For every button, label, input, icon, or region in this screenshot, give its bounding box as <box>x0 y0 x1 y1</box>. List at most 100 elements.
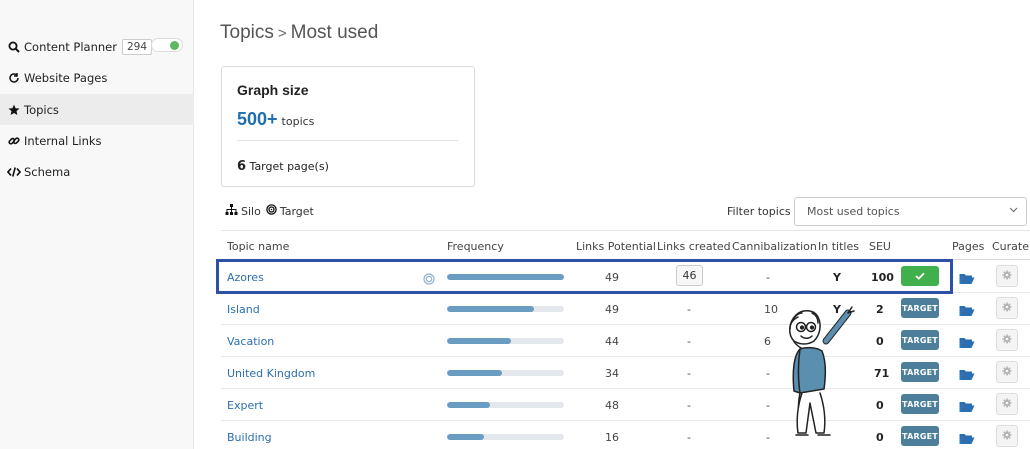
folder-open-icon[interactable] <box>959 430 975 444</box>
sitemap-icon <box>225 204 238 218</box>
folder-open-icon[interactable] <box>959 398 975 412</box>
filter-topics-select[interactable]: Most used topics <box>794 197 1027 226</box>
topic-name-link[interactable]: United Kingdom <box>227 367 315 380</box>
topic-unit: topics <box>281 115 315 128</box>
header-links-potential[interactable]: Links Potential <box>576 240 656 253</box>
topic-name-link[interactable]: Vacation <box>227 335 274 348</box>
highlight-box <box>216 259 953 294</box>
links-potential-value: 48 <box>605 399 619 412</box>
legend-target: Target <box>279 204 314 218</box>
legend: Silo Target <box>225 204 314 218</box>
sidebar-item-schema[interactable]: Schema <box>0 156 194 187</box>
curate-settings-button[interactable] <box>996 265 1018 287</box>
curate-settings-button[interactable] <box>996 361 1018 383</box>
frequency-bar <box>447 402 564 408</box>
header-pages[interactable]: Pages <box>952 240 984 253</box>
graph-size-card: Graph size 500+ topics 6 Target page(s) <box>221 66 475 187</box>
card-title: Graph size <box>237 82 309 98</box>
card-divider <box>237 140 458 141</box>
frequency-bar <box>447 370 564 376</box>
target-button[interactable]: TARGET <box>901 426 939 446</box>
table-row: Vacation 44 - 6 0 TARGET <box>221 325 1030 357</box>
folder-open-icon[interactable] <box>959 302 975 316</box>
links-potential-value: 16 <box>605 431 619 444</box>
curate-settings-button[interactable] <box>996 425 1018 447</box>
star-icon <box>7 103 21 117</box>
header-links-created[interactable]: Links created <box>657 240 731 253</box>
sidebar-item-label: Content Planner <box>24 39 117 54</box>
breadcrumb-current: Most used <box>290 22 379 43</box>
target-pages-summary: 6 Target page(s) <box>237 159 329 174</box>
table-row: Expert 48 - - 0 TARGET <box>221 389 1030 421</box>
cannibalization-value: - <box>766 431 770 444</box>
sidebar-item-topics[interactable]: Topics <box>0 94 194 125</box>
header-topic-name[interactable]: Topic name <box>227 240 289 253</box>
cannibalization-value: 10 <box>764 303 778 316</box>
gear-icon <box>1002 430 1012 443</box>
topic-name-link[interactable]: Building <box>227 431 272 444</box>
seu-value: 0 <box>876 431 884 444</box>
content-planner-count: 294 <box>121 38 152 55</box>
curate-settings-button[interactable] <box>996 329 1018 351</box>
sidebar-item-label: Internal Links <box>24 133 102 148</box>
header-seu[interactable]: SEU <box>869 240 891 253</box>
curate-settings-button[interactable] <box>996 297 1018 319</box>
frequency-bar-fill <box>447 306 534 312</box>
header-curate[interactable]: Curate <box>992 240 1029 253</box>
target-button[interactable]: TARGET <box>901 394 939 414</box>
gear-icon <box>1002 302 1012 315</box>
breadcrumb-separator: > <box>277 24 287 42</box>
gear-icon <box>1002 398 1012 411</box>
sidebar-item-website-pages[interactable]: Website Pages <box>0 62 194 93</box>
gear-icon <box>1002 334 1012 347</box>
target-button[interactable]: TARGET <box>901 330 939 350</box>
curate-settings-button[interactable] <box>996 393 1018 415</box>
search-icon <box>7 40 21 54</box>
filter-label: Filter topics <box>727 205 791 218</box>
links-created-value: - <box>687 431 691 444</box>
target-label: Target page(s) <box>249 160 329 173</box>
sidebar-item-internal-links[interactable]: Internal Links <box>0 125 194 156</box>
sidebar-item-label: Schema <box>24 164 71 179</box>
header-cannibalization[interactable]: Cannibalization <box>732 240 817 253</box>
frequency-bar-fill <box>447 370 502 376</box>
graph-size-value: 500+ topics <box>237 109 314 130</box>
table-row: Island 49-10 Y 2 TARGET <box>221 293 1030 325</box>
topic-name-link[interactable]: Expert <box>227 399 263 412</box>
gear-icon <box>1002 366 1012 379</box>
target-icon <box>266 204 277 218</box>
folder-open-icon[interactable] <box>959 366 975 380</box>
frequency-bar <box>447 338 564 344</box>
header-in-titles[interactable]: In titles <box>818 240 859 253</box>
filter-selected-value: Most used topics <box>807 205 900 218</box>
frequency-bar <box>447 434 564 440</box>
links-created-value: - <box>687 335 691 348</box>
table-row: Building 16 - - 0 TARGET <box>221 421 1030 449</box>
links-created-value: - <box>687 367 691 380</box>
folder-open-icon[interactable] <box>959 334 975 348</box>
sidebar-item-label: Website Pages <box>24 70 108 85</box>
breadcrumb-topics[interactable]: Topics <box>220 22 274 44</box>
target-button[interactable]: TARGET <box>901 362 939 382</box>
seu-value: 0 <box>876 399 884 412</box>
toggle-knob <box>170 41 179 50</box>
seu-value: 0 <box>876 335 884 348</box>
chevron-down-icon <box>1009 205 1018 216</box>
header-frequency[interactable]: Frequency <box>447 240 504 253</box>
folder-open-icon[interactable] <box>959 270 975 284</box>
frequency-bar-fill <box>447 434 485 440</box>
links-potential-value: 44 <box>605 335 619 348</box>
topic-name-link[interactable]: Island <box>227 303 260 316</box>
legend-silo: Silo <box>241 204 261 218</box>
links-created-value: - <box>687 399 691 412</box>
cannibalization-value: 6 <box>764 335 771 348</box>
mascot-illustration <box>789 306 855 436</box>
content-planner-toggle[interactable] <box>151 38 183 52</box>
sidebar: Content Planner 294 Website Pages Topics… <box>0 0 194 449</box>
page-title: Topics > Most used <box>220 22 378 44</box>
target-button[interactable]: TARGET <box>901 298 939 318</box>
seu-value: 2 <box>876 303 884 316</box>
frequency-bar-fill <box>447 402 491 408</box>
links-created-value: - <box>687 303 691 316</box>
frequency-bar <box>447 306 564 312</box>
